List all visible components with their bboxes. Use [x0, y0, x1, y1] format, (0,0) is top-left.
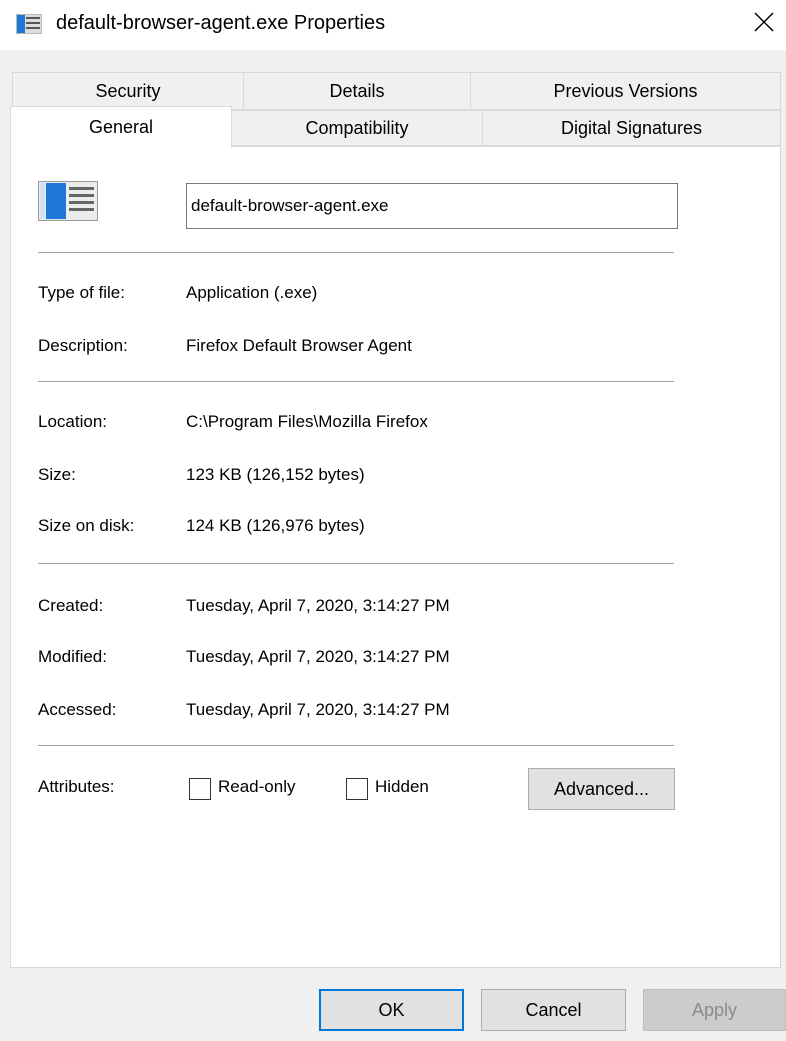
size-on-disk-label: Size on disk:: [38, 516, 135, 535]
created-value: Tuesday, April 7, 2020, 3:14:27 PM: [186, 596, 450, 615]
file-name-input[interactable]: [186, 183, 678, 229]
accessed-label: Accessed:: [38, 700, 117, 719]
general-tab-panel: [10, 146, 781, 968]
description-value: Firefox Default Browser Agent: [186, 336, 412, 355]
tab-previous-versions[interactable]: Previous Versions: [470, 72, 781, 110]
advanced-button[interactable]: Advanced...: [528, 768, 675, 810]
hidden-label[interactable]: Hidden: [375, 777, 429, 797]
tab-label: Previous Versions: [553, 80, 698, 101]
attributes-label: Attributes:: [38, 777, 115, 796]
separator: [38, 381, 674, 382]
tab-digital-signatures[interactable]: Digital Signatures: [482, 110, 781, 146]
size-value: 123 KB (126,152 bytes): [186, 465, 365, 484]
title-bar: default-browser-agent.exe Properties: [0, 0, 786, 50]
tab-general[interactable]: General: [10, 106, 232, 148]
tab-label: General: [88, 117, 154, 137]
application-icon: [16, 14, 42, 34]
hidden-checkbox[interactable]: [346, 778, 368, 800]
location-value: C:\Program Files\Mozilla Firefox: [186, 412, 428, 431]
apply-button[interactable]: Apply: [643, 989, 786, 1031]
tab-compatibility[interactable]: Compatibility: [231, 110, 483, 146]
read-only-checkbox[interactable]: [189, 778, 211, 800]
file-icon: [38, 181, 98, 221]
close-icon: [754, 12, 774, 32]
cancel-button[interactable]: Cancel: [481, 989, 626, 1031]
location-label: Location:: [38, 412, 107, 431]
separator: [38, 252, 674, 253]
separator: [38, 745, 674, 746]
tab-label: Digital Signatures: [560, 117, 703, 138]
description-label: Description:: [38, 336, 128, 355]
modified-value: Tuesday, April 7, 2020, 3:14:27 PM: [186, 647, 450, 666]
type-of-file-label: Type of file:: [38, 283, 125, 302]
close-button[interactable]: [742, 0, 786, 44]
tab-label: Security: [95, 80, 161, 101]
type-of-file-value: Application (.exe): [186, 283, 318, 302]
tab-security[interactable]: Security: [12, 72, 244, 110]
tab-details[interactable]: Details: [243, 72, 471, 110]
created-label: Created:: [38, 596, 104, 615]
size-on-disk-value: 124 KB (126,976 bytes): [186, 516, 365, 535]
accessed-value: Tuesday, April 7, 2020, 3:14:27 PM: [186, 700, 450, 719]
ok-button[interactable]: OK: [319, 989, 464, 1031]
size-label: Size:: [38, 465, 76, 484]
separator: [38, 563, 674, 564]
tab-label: Compatibility: [305, 117, 409, 138]
modified-label: Modified:: [38, 647, 107, 666]
window-title: default-browser-agent.exe Properties: [56, 12, 386, 34]
tab-label: Details: [329, 80, 385, 101]
read-only-label[interactable]: Read-only: [218, 777, 296, 797]
